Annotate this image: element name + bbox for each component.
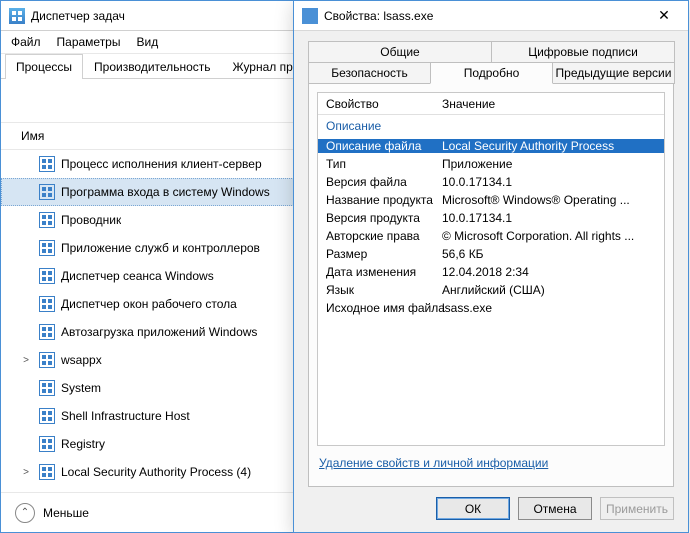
tab-general[interactable]: Общие: [308, 41, 492, 62]
process-icon: [39, 436, 55, 452]
menu-file[interactable]: Файл: [11, 35, 41, 49]
property-row[interactable]: Название продукта Microsoft® Windows® Op…: [318, 191, 664, 209]
process-icon: [39, 408, 55, 424]
process-label: System: [61, 381, 101, 395]
property-key: Версия файла: [318, 175, 438, 189]
dialog-titlebar[interactable]: Свойства: lsass.exe ✕: [294, 1, 688, 31]
process-label: Автозагрузка приложений Windows: [61, 325, 257, 339]
taskmgr-title: Диспетчер задач: [31, 9, 125, 23]
property-key: Название продукта: [318, 193, 438, 207]
column-header-value[interactable]: Значение: [438, 97, 664, 111]
process-label: Приложение служб и контроллеров: [61, 241, 260, 255]
process-label: Диспетчер сеанса Windows: [61, 269, 214, 283]
process-label: Диспетчер окон рабочего стола: [61, 297, 237, 311]
chevron-up-icon[interactable]: ⌃: [15, 503, 35, 523]
tab-security[interactable]: Безопасность: [308, 62, 431, 84]
taskmgr-icon: [9, 8, 25, 24]
property-value: Приложение: [438, 157, 664, 171]
property-key: Авторские права: [318, 229, 438, 243]
property-key: Дата изменения: [318, 265, 438, 279]
process-icon: [39, 240, 55, 256]
property-key: Описание файла: [318, 139, 438, 153]
details-panel: Свойство Значение Описание Описание файл…: [308, 84, 674, 487]
property-value: 56,6 КБ: [438, 247, 664, 261]
close-icon[interactable]: ✕: [644, 1, 684, 30]
expand-icon[interactable]: >: [19, 355, 33, 366]
property-row[interactable]: Исходное имя файла lsass.exe: [318, 299, 664, 317]
property-row[interactable]: Описание файла Local Security Authority …: [318, 137, 664, 155]
tab-details[interactable]: Подробно: [430, 62, 553, 84]
properties-dialog: Свойства: lsass.exe ✕ Общие Цифровые под…: [293, 0, 689, 533]
dialog-app-icon: [302, 8, 318, 24]
process-icon: [39, 296, 55, 312]
process-icon: [39, 380, 55, 396]
property-key: Исходное имя файла: [318, 301, 438, 315]
expand-icon[interactable]: >: [19, 467, 33, 478]
process-icon: [39, 268, 55, 284]
dialog-title: Свойства: lsass.exe: [324, 9, 433, 23]
menu-view[interactable]: Вид: [136, 35, 158, 49]
process-label: Local Security Authority Process (4): [61, 465, 251, 479]
fewer-details-button[interactable]: Меньше: [43, 506, 89, 520]
menu-options[interactable]: Параметры: [57, 35, 121, 49]
process-label: Registry: [61, 437, 105, 451]
property-row[interactable]: Язык Английский (США): [318, 281, 664, 299]
tab-performance[interactable]: Производительность: [83, 54, 221, 79]
property-value: 10.0.17134.1: [438, 211, 664, 225]
remove-properties-link[interactable]: Удаление свойств и личной информации: [317, 446, 665, 474]
dialog-body: Общие Цифровые подписи Безопасность Подр…: [294, 31, 688, 487]
property-key: Тип: [318, 157, 438, 171]
process-label: wsappx: [61, 353, 102, 367]
property-value: Local Security Authority Process: [438, 139, 664, 153]
property-key: Язык: [318, 283, 438, 297]
property-row[interactable]: Версия продукта 10.0.17134.1: [318, 209, 664, 227]
tab-previous-versions[interactable]: Предыдущие версии: [552, 62, 675, 84]
process-label: Shell Infrastructure Host: [61, 409, 190, 423]
property-row[interactable]: Размер 56,6 КБ: [318, 245, 664, 263]
tab-processes[interactable]: Процессы: [5, 54, 83, 79]
process-icon: [39, 324, 55, 340]
apply-button: Применить: [600, 497, 674, 520]
column-header-property[interactable]: Свойство: [318, 97, 438, 111]
property-value: Microsoft® Windows® Operating ...: [438, 193, 664, 207]
property-value: 12.04.2018 2:34: [438, 265, 664, 279]
property-value: lsass.exe: [438, 301, 664, 315]
property-row[interactable]: Версия файла 10.0.17134.1: [318, 173, 664, 191]
dialog-buttons: ОК Отмена Применить: [294, 487, 688, 532]
process-label: Проводник: [61, 213, 121, 227]
property-row[interactable]: Тип Приложение: [318, 155, 664, 173]
process-icon: [39, 352, 55, 368]
process-icon: [39, 184, 55, 200]
property-value: Английский (США): [438, 283, 664, 297]
property-value: © Microsoft Corporation. All rights ...: [438, 229, 664, 243]
property-key: Размер: [318, 247, 438, 261]
cancel-button[interactable]: Отмена: [518, 497, 592, 520]
process-icon: [39, 212, 55, 228]
tab-digital-signatures[interactable]: Цифровые подписи: [491, 41, 675, 62]
property-row[interactable]: Дата изменения 12.04.2018 2:34: [318, 263, 664, 281]
properties-listview[interactable]: Свойство Значение Описание Описание файл…: [317, 92, 665, 446]
section-description: Описание: [318, 115, 664, 137]
properties-column-headers[interactable]: Свойство Значение: [318, 93, 664, 115]
ok-button[interactable]: ОК: [436, 497, 510, 520]
property-key: Версия продукта: [318, 211, 438, 225]
property-value: 10.0.17134.1: [438, 175, 664, 189]
process-label: Процесс исполнения клиент-сервер: [61, 157, 262, 171]
process-label: Программа входа в систему Windows: [61, 185, 270, 199]
process-icon: [39, 464, 55, 480]
process-icon: [39, 156, 55, 172]
property-row[interactable]: Авторские права © Microsoft Corporation.…: [318, 227, 664, 245]
dialog-tabs: Общие Цифровые подписи Безопасность Подр…: [308, 41, 674, 84]
